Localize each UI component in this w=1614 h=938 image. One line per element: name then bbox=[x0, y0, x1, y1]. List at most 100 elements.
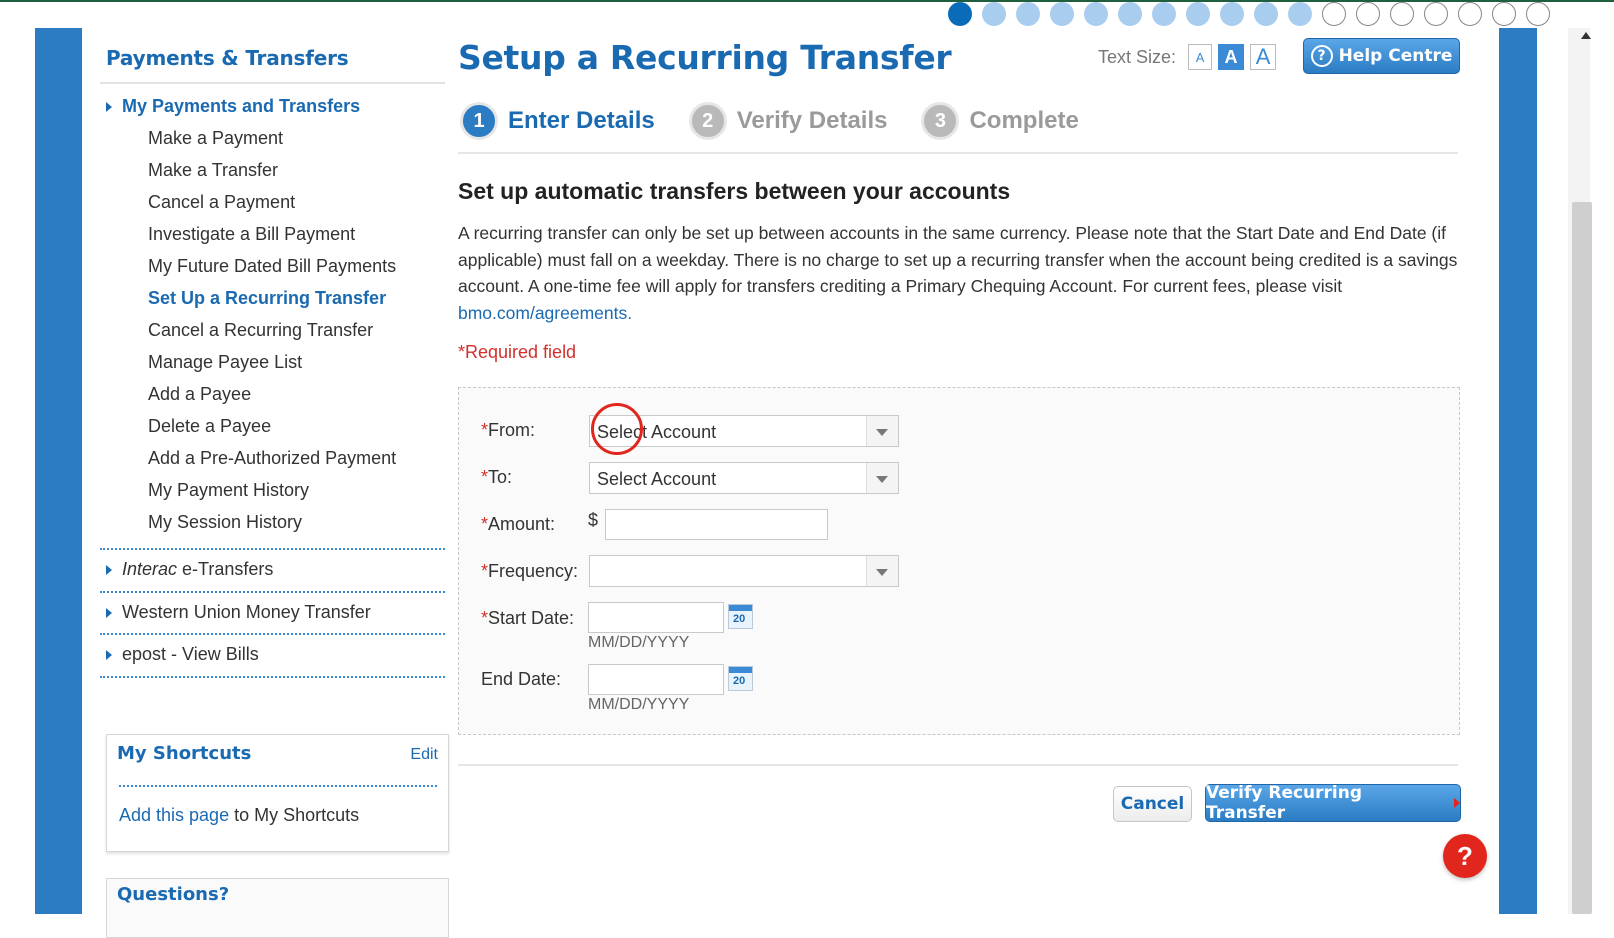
sidebar-item-cancel-payment[interactable]: Cancel a Payment bbox=[148, 192, 295, 213]
scroll-up-arrow-icon[interactable] bbox=[1581, 32, 1591, 39]
progress-dot[interactable] bbox=[1526, 2, 1550, 26]
text-size-control: Text Size: A A A bbox=[1098, 44, 1277, 70]
sidebar-item-manage-payee[interactable]: Manage Payee List bbox=[148, 352, 302, 373]
text-size-large-button[interactable]: A bbox=[1250, 44, 1277, 70]
required-field-note: *Required field bbox=[458, 342, 577, 362]
step-label: Verify Details bbox=[736, 107, 888, 134]
start-date-hint: MM/DD/YYYY bbox=[588, 634, 690, 651]
start-date-input[interactable] bbox=[588, 602, 724, 633]
text-size-medium-button[interactable]: A bbox=[1218, 44, 1245, 70]
page-content: Payments & Transfers My Payments and Tra… bbox=[82, 28, 1499, 938]
sidebar-divider bbox=[100, 548, 445, 550]
agreements-link[interactable]: bmo.com/agreements. bbox=[458, 303, 632, 323]
help-question-icon[interactable]: ? bbox=[1443, 834, 1487, 878]
progress-dot[interactable] bbox=[1152, 2, 1176, 26]
section-heading: Set up automatic transfers between your … bbox=[458, 178, 1011, 204]
sidebar-item-cancel-recurring[interactable]: Cancel a Recurring Transfer bbox=[148, 320, 373, 341]
chevron-down-icon bbox=[876, 429, 888, 436]
sidebar-divider bbox=[100, 633, 445, 635]
questions-title: Questions? bbox=[117, 884, 230, 905]
to-account-select[interactable]: Select Account bbox=[589, 462, 899, 494]
currency-symbol: $ bbox=[588, 510, 599, 530]
chevron-down-icon bbox=[876, 569, 888, 576]
my-shortcuts-title: My Shortcuts bbox=[117, 743, 252, 764]
progress-dot[interactable] bbox=[1118, 2, 1142, 26]
text-size-small-button[interactable]: A bbox=[1188, 44, 1213, 70]
step-label: Enter Details bbox=[508, 107, 655, 134]
sidebar-item-make-payment[interactable]: Make a Payment bbox=[148, 128, 283, 149]
steps-divider bbox=[458, 152, 1458, 154]
progress-dot[interactable] bbox=[1288, 2, 1312, 26]
progress-dot[interactable] bbox=[1390, 2, 1414, 26]
page-margin-right bbox=[1499, 28, 1537, 914]
sidebar-item-future-dated[interactable]: My Future Dated Bill Payments bbox=[148, 256, 396, 277]
progress-dot[interactable] bbox=[1016, 2, 1040, 26]
add-shortcut-suffix: to My Shortcuts bbox=[229, 805, 360, 825]
sidebar-item-recurring-transfer[interactable]: Set Up a Recurring Transfer bbox=[148, 288, 386, 309]
sidebar-section-label: epost - View Bills bbox=[122, 644, 259, 664]
sidebar-section-interac[interactable]: Interac e-Transfers bbox=[106, 559, 273, 580]
progress-dot[interactable] bbox=[1458, 2, 1482, 26]
description-body: A recurring transfer can only be set up … bbox=[458, 223, 1458, 296]
progress-dot[interactable] bbox=[1424, 2, 1448, 26]
progress-dot[interactable] bbox=[948, 2, 972, 26]
page-title: Setup a Recurring Transfer bbox=[458, 38, 952, 77]
end-date-input[interactable] bbox=[588, 664, 724, 695]
progress-dot[interactable] bbox=[1492, 2, 1516, 26]
sidebar-divider bbox=[100, 591, 445, 593]
to-label: *To: bbox=[481, 467, 513, 487]
end-date-hint: MM/DD/YYYY bbox=[588, 696, 690, 713]
shortcuts-edit-link[interactable]: Edit bbox=[410, 746, 438, 764]
frequency-label: *Frequency: bbox=[481, 561, 579, 581]
verify-button-label: Verify Recurring Transfer bbox=[1206, 783, 1363, 823]
to-select-value: Select Account bbox=[597, 469, 717, 489]
progress-dot[interactable] bbox=[1186, 2, 1210, 26]
sidebar-title: Payments & Transfers bbox=[106, 46, 349, 70]
sidebar-title-divider bbox=[100, 82, 445, 84]
progress-dot[interactable] bbox=[1356, 2, 1380, 26]
chevron-down-icon bbox=[876, 476, 888, 483]
help-centre-label: Help Centre bbox=[1338, 46, 1453, 66]
amount-input[interactable] bbox=[605, 509, 828, 540]
collapsed-triangle-icon bbox=[106, 649, 112, 660]
sidebar-item-payment-history[interactable]: My Payment History bbox=[148, 480, 309, 501]
cancel-button[interactable]: Cancel bbox=[1113, 786, 1192, 822]
add-this-page-link[interactable]: Add this page bbox=[119, 805, 229, 825]
from-label: *From: bbox=[481, 420, 536, 440]
help-question-icon: ? bbox=[1310, 45, 1333, 67]
progress-dot[interactable] bbox=[1254, 2, 1278, 26]
calendar-icon[interactable]: 20 bbox=[728, 604, 753, 629]
step-verify-details: 2 Verify Details bbox=[688, 102, 888, 140]
sidebar-item-investigate-bill[interactable]: Investigate a Bill Payment bbox=[148, 224, 355, 245]
add-shortcut-line: Add this page to My Shortcuts bbox=[119, 805, 359, 826]
scrollbar-thumb[interactable] bbox=[1572, 202, 1592, 914]
chevron-right-icon bbox=[1454, 798, 1460, 808]
my-shortcuts-panel: My Shortcuts Edit Add this page to My Sh… bbox=[106, 734, 449, 852]
step-number-badge: 3 bbox=[921, 102, 960, 140]
step-enter-details: 1 Enter Details bbox=[460, 102, 655, 140]
calendar-icon[interactable]: 20 bbox=[728, 666, 753, 691]
progress-dot[interactable] bbox=[1084, 2, 1108, 26]
progress-dot[interactable] bbox=[982, 2, 1006, 26]
verify-recurring-transfer-button[interactable]: Verify Recurring Transfer bbox=[1205, 783, 1461, 823]
sidebar-section-western-union[interactable]: Western Union Money Transfer bbox=[106, 602, 371, 623]
progress-dot[interactable] bbox=[1220, 2, 1244, 26]
expand-triangle-icon bbox=[106, 101, 112, 112]
sidebar-item-delete-payee[interactable]: Delete a Payee bbox=[148, 416, 271, 437]
sidebar-item-pre-authorized[interactable]: Add a Pre-Authorized Payment bbox=[148, 448, 396, 469]
collapsed-triangle-icon bbox=[106, 607, 112, 618]
help-centre-button[interactable]: ? Help Centre bbox=[1303, 38, 1460, 74]
sidebar-item-session-history[interactable]: My Session History bbox=[148, 512, 302, 533]
sidebar-section-label: My Payments and Transfers bbox=[122, 96, 361, 116]
progress-dot[interactable] bbox=[1322, 2, 1346, 26]
step-complete: 3 Complete bbox=[921, 102, 1079, 140]
progress-dot[interactable] bbox=[1050, 2, 1074, 26]
sidebar-section-my-payments[interactable]: My Payments and Transfers bbox=[106, 96, 360, 117]
sidebar-item-add-payee[interactable]: Add a Payee bbox=[148, 384, 251, 405]
frequency-select[interactable] bbox=[589, 555, 899, 587]
sidebar-divider bbox=[100, 676, 445, 678]
sidebar-section-epost[interactable]: epost - View Bills bbox=[106, 644, 259, 665]
sidebar-item-make-transfer[interactable]: Make a Transfer bbox=[148, 160, 278, 181]
questions-panel: Questions? bbox=[106, 878, 449, 938]
step-indicator: 1 Enter Details 2 Verify Details 3 Compl… bbox=[460, 102, 1113, 140]
